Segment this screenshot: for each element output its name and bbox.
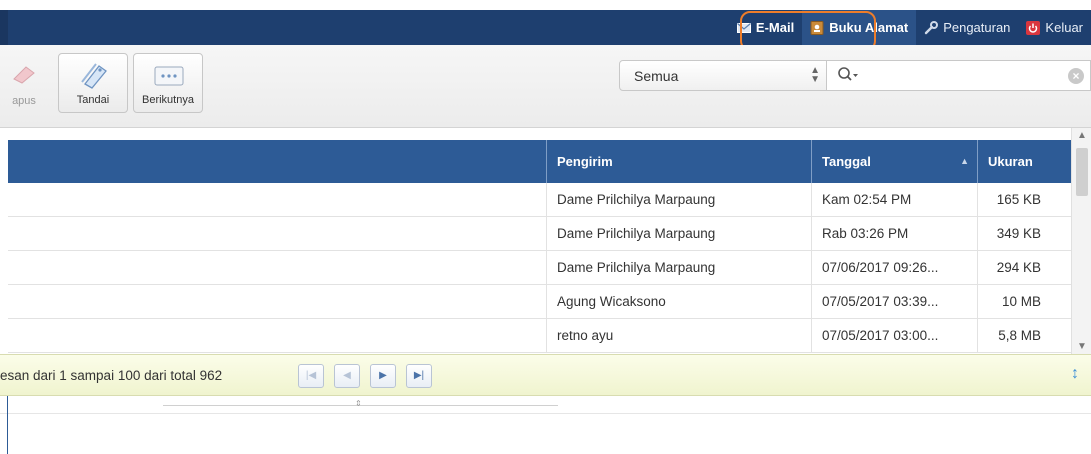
- size-cell: 294 KB: [977, 251, 1051, 285]
- table-row[interactable]: Dame Prilchilya Marpaung Rab 03:26 PM 34…: [8, 217, 1071, 251]
- column-sender-label: Pengirim: [557, 154, 613, 169]
- eraser-icon: [13, 66, 35, 84]
- message-list: Pengirim Tanggal ▲▼ Ukuran Dame Prilchil…: [8, 140, 1071, 354]
- more-button[interactable]: Berikutnya: [133, 53, 203, 113]
- nav-address-book[interactable]: Buku Alamat: [802, 10, 917, 45]
- search-input[interactable]: ×: [827, 60, 1091, 91]
- subject-cell: [8, 251, 546, 285]
- nav-settings[interactable]: Pengaturan: [916, 10, 1018, 45]
- more-icon: [154, 66, 184, 86]
- scroll-thumb[interactable]: [1076, 148, 1088, 196]
- size-cell: 5,8 MB: [977, 319, 1051, 353]
- column-size-label: Ukuran: [988, 154, 1033, 169]
- subject-cell: [8, 285, 546, 319]
- pager-text: esan dari 1 sampai 100 dari total 962: [0, 368, 223, 383]
- nav-logout-label: Keluar: [1045, 20, 1083, 35]
- mark-button[interactable]: Tandai: [58, 53, 128, 113]
- table-row[interactable]: Agung Wicaksono 07/05/2017 03:39... 10 M…: [8, 285, 1071, 319]
- wrench-icon: [924, 20, 939, 35]
- table-row[interactable]: Dame Prilchilya Marpaung 07/06/2017 09:2…: [8, 251, 1071, 285]
- delete-label: apus: [12, 95, 36, 107]
- previous-page-button[interactable]: ◀: [334, 364, 360, 388]
- power-icon: [1026, 20, 1041, 35]
- first-page-button[interactable]: |◀: [298, 364, 324, 388]
- delete-button[interactable]: apus: [0, 53, 48, 113]
- date-cell: Kam 02:54 PM: [811, 183, 977, 217]
- date-cell: 07/06/2017 09:26...: [811, 251, 977, 285]
- tag-icon: [81, 63, 107, 89]
- table-row[interactable]: retno ayu 07/05/2017 03:00... 5,8 MB: [8, 319, 1071, 353]
- pager-bar: esan dari 1 sampai 100 dari total 962 |◀…: [0, 354, 1091, 396]
- preview-separator: [0, 413, 1091, 414]
- date-cell: 07/05/2017 03:39...: [811, 285, 977, 319]
- clear-search-icon[interactable]: ×: [1068, 68, 1084, 84]
- size-cell: 10 MB: [977, 285, 1051, 319]
- nav-logout[interactable]: Keluar: [1018, 10, 1091, 45]
- subject-cell: [8, 217, 546, 251]
- sender-cell: Dame Prilchilya Marpaung: [546, 251, 811, 285]
- resize-icon[interactable]: ↕: [1071, 365, 1079, 383]
- scroll-down-icon[interactable]: ▼: [1072, 341, 1091, 352]
- select-arrows-icon: ▲ ▼: [810, 65, 820, 85]
- top-nav: E-Mail Buku Alamat Pengaturan Keluar: [729, 10, 1091, 45]
- sender-cell: Dame Prilchilya Marpaung: [546, 183, 811, 217]
- last-page-button[interactable]: ▶|: [406, 364, 432, 388]
- next-page-button[interactable]: ▶: [370, 364, 396, 388]
- table-header: Pengirim Tanggal ▲▼ Ukuran: [8, 140, 1071, 209]
- column-sender[interactable]: Pengirim: [546, 140, 811, 183]
- column-size[interactable]: Ukuran: [977, 140, 1071, 183]
- nav-address-book-label: Buku Alamat: [829, 20, 909, 35]
- nav-settings-label: Pengaturan: [943, 20, 1011, 35]
- table-row[interactable]: Dame Prilchilya Marpaung Kam 02:54 PM 16…: [8, 183, 1071, 217]
- size-cell: 165 KB: [977, 183, 1051, 217]
- search-options-icon[interactable]: [837, 66, 859, 87]
- address-book-icon: [810, 20, 824, 35]
- filter-select[interactable]: Semua ▲ ▼: [619, 60, 827, 91]
- size-cell: 349 KB: [977, 217, 1051, 251]
- nav-email-label: E-Mail: [755, 20, 795, 35]
- sender-cell: Dame Prilchilya Marpaung: [546, 217, 811, 251]
- top-nav-bar: E-Mail Buku Alamat Pengaturan Keluar: [0, 10, 1091, 51]
- date-cell: 07/05/2017 03:00...: [811, 319, 977, 353]
- column-date[interactable]: Tanggal ▲▼: [811, 140, 977, 209]
- envelope-icon: [736, 21, 751, 35]
- sender-cell: retno ayu: [546, 319, 811, 353]
- nav-left-edge: [0, 10, 8, 45]
- filter-select-value: Semua: [634, 68, 679, 84]
- date-cell: Rab 03:26 PM: [811, 217, 977, 251]
- nav-email[interactable]: E-Mail: [729, 10, 802, 45]
- sender-cell: Agung Wicaksono: [546, 285, 811, 319]
- subject-cell: [8, 183, 546, 217]
- column-date-label: Tanggal: [822, 154, 871, 169]
- divider-grip-icon[interactable]: ⇕: [355, 399, 362, 408]
- mark-label: Tandai: [76, 94, 110, 106]
- more-label: Berikutnya: [142, 94, 194, 106]
- preview-left-border: [7, 396, 8, 454]
- scroll-up-icon[interactable]: ▲: [1072, 130, 1091, 141]
- subject-cell: [8, 319, 546, 353]
- list-scrollbar[interactable]: ▲ ▼: [1071, 128, 1091, 354]
- column-subject[interactable]: [8, 140, 546, 183]
